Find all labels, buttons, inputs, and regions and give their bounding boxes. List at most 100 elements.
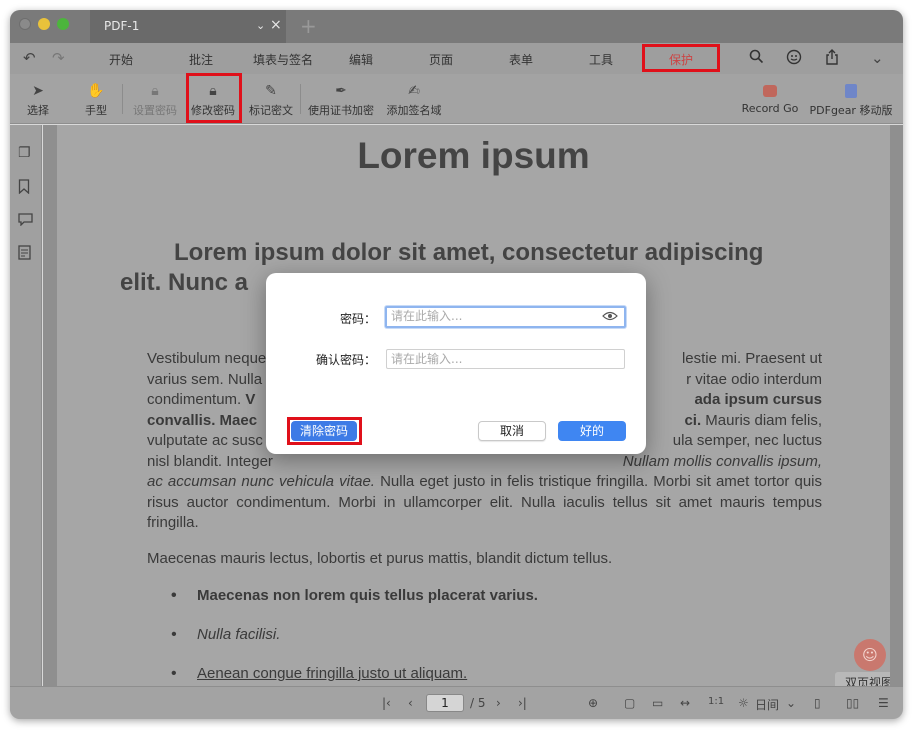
para1-text: Mauris diam felis, (705, 411, 822, 429)
window-minimize-button[interactable] (38, 18, 50, 30)
single-page-icon[interactable]: ▯ (814, 696, 821, 710)
actual-size-icon[interactable]: 1:1 (708, 696, 724, 707)
add-signature-field-label: 添加签名域 (386, 104, 442, 117)
cursor-icon: ➤ (32, 83, 44, 99)
select-tool-label: 选择 (27, 104, 49, 117)
window-close-button[interactable] (19, 18, 31, 30)
list-item[interactable]: Aenean congue fringilla justo ut aliquam… (147, 665, 747, 686)
hand-tool[interactable]: ✋ 手型 (80, 74, 112, 124)
bookmark-icon[interactable] (18, 179, 30, 198)
menu-tools[interactable]: 工具 (589, 51, 613, 68)
password-placeholder: 请在此输入... (391, 309, 463, 323)
app-window: PDF-1 ⌄ × + ↶ ↷ 开始 批注 填表与签名 编辑 页面 表单 工具 … (10, 10, 903, 719)
hand-tool-label: 手型 (85, 104, 107, 117)
para1-text: ac accumsan nunc vehicula vitae. (147, 473, 375, 490)
add-signature-field-tool[interactable]: ✍ 添加签名域 (384, 74, 444, 124)
menu-fill-sign[interactable]: 填表与签名 (253, 51, 313, 68)
theme-select[interactable]: 日间 (755, 696, 779, 713)
change-password-dialog: 密码： 请在此输入... 确认密码： 请在此输入... 清除密码 取消 好的 (266, 273, 646, 454)
para1-text: r vitae odio interdum (686, 370, 822, 388)
toolbar-separator (122, 84, 123, 114)
confirm-password-label: 确认密码： (315, 353, 376, 367)
chevron-down-icon[interactable]: ⌄ (871, 49, 884, 67)
comments-icon[interactable] (18, 213, 33, 230)
para1-text: varius sem. Nulla (147, 370, 263, 388)
confirm-password-field[interactable]: 请在此输入... (386, 349, 625, 369)
fit-height-icon[interactable]: ▭ (652, 696, 663, 710)
password-field[interactable]: 请在此输入... (385, 306, 626, 328)
signature-field-icon: ✍ (408, 83, 420, 99)
cancel-button[interactable]: 取消 (478, 421, 546, 441)
document-title: Lorem ipsum (357, 135, 590, 176)
close-icon[interactable]: × (270, 17, 282, 33)
list-item: Nulla facilisi. (147, 626, 747, 665)
para1-text: ci. (684, 411, 702, 429)
window-zoom-button[interactable] (57, 18, 69, 30)
record-go-button[interactable]: Record Go (738, 74, 802, 124)
cert-encrypt-label: 使用证书加密 (308, 104, 374, 117)
chevron-down-icon[interactable]: ⌄ (256, 19, 265, 32)
lock-icon: 🔒︎ (151, 83, 159, 99)
hand-icon: ✋ (87, 83, 105, 99)
page-number-input[interactable]: 1 (426, 694, 464, 712)
mark-redact-label: 标记密文 (249, 104, 293, 117)
heading-line-1: Lorem ipsum dolor sit amet, consectetur … (174, 239, 764, 266)
undo-icon[interactable]: ↶ (23, 49, 36, 67)
para1-text: ula semper, nec luctus (672, 432, 822, 449)
certificate-icon: ✒ (335, 83, 347, 99)
document-tab[interactable]: PDF-1 ⌄ × (90, 10, 286, 43)
scroll-icon[interactable]: ☰ (878, 696, 889, 710)
ai-assistant-icon[interactable] (786, 49, 802, 69)
set-password-tool[interactable]: 🔒︎ 设置密码 (130, 74, 180, 124)
pages-icon[interactable]: ❐ (18, 145, 31, 161)
cert-encrypt-tool[interactable]: ✒ 使用证书加密 (306, 74, 376, 124)
para1-text: Vestibulum neque (147, 350, 267, 367)
plus-icon[interactable]: + (300, 14, 317, 38)
list-item: Maecenas non lorem quis tellus placerat … (147, 587, 747, 626)
left-sidebar: ❐ (10, 125, 42, 719)
next-page-icon[interactable]: › (496, 696, 501, 710)
select-tool[interactable]: ➤ 选择 (22, 74, 54, 124)
para1-text: Nullam mollis convallis ipsum, (622, 452, 822, 470)
form-fields-icon[interactable] (18, 245, 31, 264)
zoom-in-icon[interactable]: ⊕ (588, 696, 598, 710)
menu-edit[interactable]: 编辑 (349, 51, 373, 68)
eye-icon[interactable] (602, 309, 618, 325)
menu-start[interactable]: 开始 (109, 51, 133, 68)
record-icon (738, 80, 802, 102)
toolbar-separator (300, 84, 301, 114)
para1-text: lestie mi. Praesent ut (681, 350, 822, 367)
dual-page-icon[interactable]: ▯▯ (846, 696, 859, 710)
menu-page[interactable]: 页面 (429, 51, 453, 68)
para1-text: convallis. Maec (147, 411, 258, 429)
menu-form[interactable]: 表单 (509, 51, 533, 68)
title-bar: PDF-1 ⌄ × + (10, 10, 903, 43)
protect-toolbar: ➤ 选择 ✋ 手型 🔒︎ 设置密码 🔒︎ 修改密码 ✎ 标记密文 ✒ 使用证书加… (10, 73, 903, 124)
dual-page-view-button[interactable]: 双页视图 (835, 672, 890, 686)
sun-icon: ☼ (738, 696, 749, 710)
first-page-icon[interactable]: |‹ (382, 696, 391, 710)
assistant-robot-icon[interactable]: ☺ (854, 639, 886, 671)
mark-redact-tool[interactable]: ✎ 标记密文 (246, 74, 296, 124)
page-total: / 5 (470, 696, 486, 710)
prev-page-icon[interactable]: ‹ (408, 696, 413, 710)
search-icon[interactable] (749, 49, 764, 68)
share-icon[interactable] (825, 49, 839, 69)
redo-icon[interactable]: ↷ (52, 49, 65, 67)
pdfgear-mobile-button[interactable]: PDFgear 移动版 (808, 74, 894, 124)
menu-annotate[interactable]: 批注 (189, 51, 213, 68)
tab-title: PDF-1 (104, 19, 140, 33)
fit-page-icon[interactable]: ▢ (624, 696, 635, 710)
last-page-icon[interactable]: ›| (518, 696, 527, 710)
mobile-icon (808, 80, 894, 102)
ok-button[interactable]: 好的 (558, 421, 626, 441)
clear-password-highlight (287, 417, 362, 445)
bullet-list: Maecenas non lorem quis tellus placerat … (147, 587, 747, 686)
change-password-highlight (186, 73, 242, 123)
confirm-password-placeholder: 请在此输入... (391, 352, 463, 366)
pdfgear-mobile-label: PDFgear 移动版 (809, 104, 893, 117)
protect-highlight (642, 44, 720, 72)
fit-width-icon[interactable]: ↔ (680, 696, 690, 710)
chevron-down-icon[interactable]: ⌄ (786, 696, 796, 710)
para1-text: condimentum. (147, 391, 242, 408)
